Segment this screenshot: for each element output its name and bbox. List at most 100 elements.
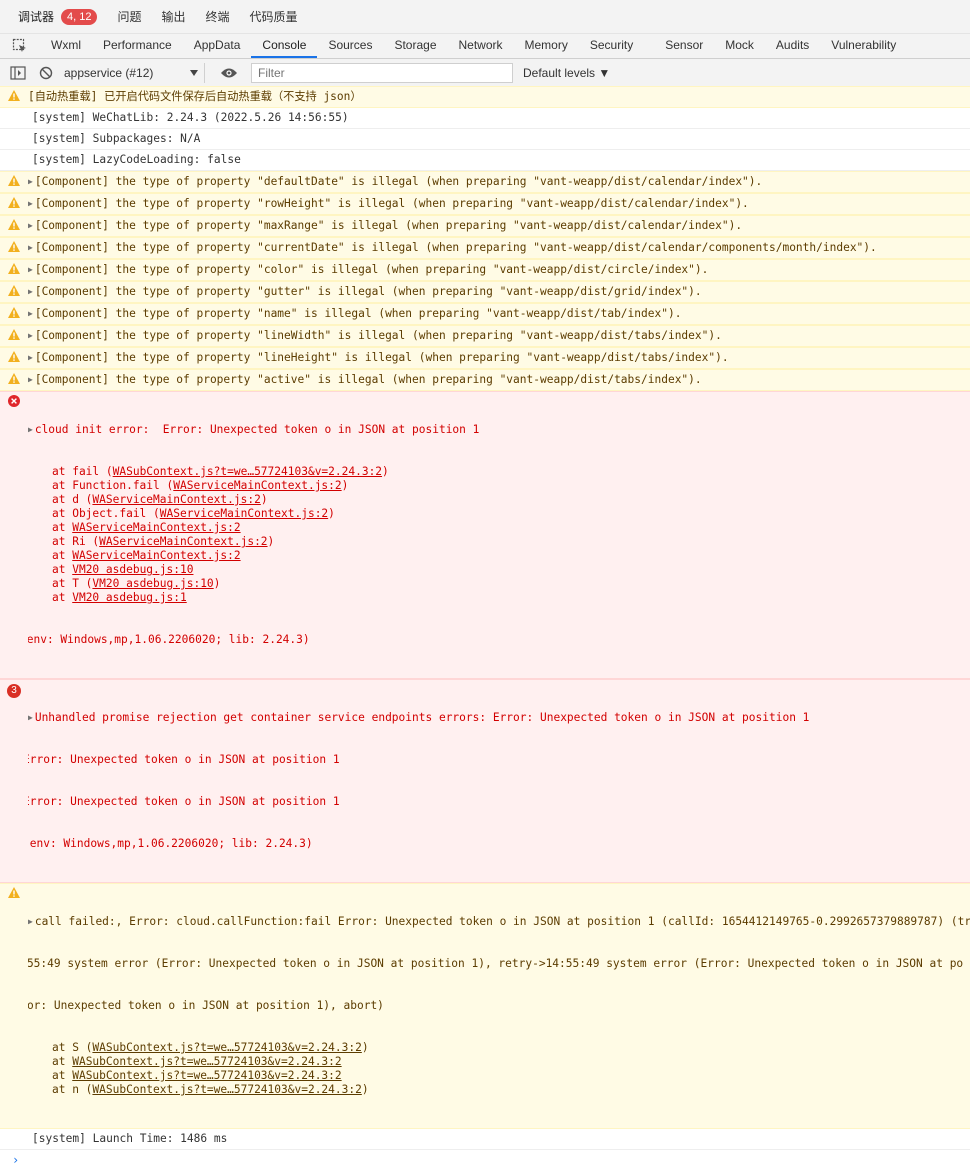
stack-trace: at fail (WASubContext.js?t=we…57724103&v… <box>28 465 970 605</box>
warning-icon <box>8 307 20 318</box>
expand-arrow-icon[interactable]: ▶ <box>28 219 33 233</box>
source-link[interactable]: VM20 asdebug.js:10 <box>72 563 193 576</box>
top-tab-label: 代码质量 <box>249 10 298 24</box>
message-text: call failed:, Error: cloud.callFunction:… <box>34 915 970 928</box>
tab-storage[interactable]: Storage <box>383 34 447 58</box>
tab-memory[interactable]: Memory <box>514 34 579 58</box>
tab-console[interactable]: Console <box>251 34 318 58</box>
warning-icon <box>8 197 20 208</box>
stack-frame: at WAServiceMainContext.js:2 <box>28 521 970 535</box>
message-text: [Component] the type of property "name" … <box>34 307 682 320</box>
stack-frame: at n (WASubContext.js?t=we…57724103&v=2.… <box>28 1083 970 1097</box>
source-link[interactable]: WASubContext.js?t=we…57724103&v=2.24.3:2 <box>113 465 382 478</box>
source-link[interactable]: WASubContext.js?t=we…57724103&v=2.24.3:2 <box>72 1055 341 1068</box>
expand-arrow-icon[interactable]: ▶ <box>28 423 33 437</box>
console-message-warning[interactable]: ▶ [Component] the type of property "name"… <box>0 303 970 325</box>
message-text: [Component] the type of property "defaul… <box>34 175 763 188</box>
warning-icon <box>8 887 20 898</box>
console-message-log: [system] LazyCodeLoading: false <box>0 150 970 171</box>
source-link[interactable]: WAServiceMainContext.js:2 <box>173 479 341 492</box>
console-message-warning[interactable]: ▶ [Component] the type of property "rowHe… <box>0 193 970 215</box>
clear-console-icon[interactable] <box>36 63 56 83</box>
tab-appdata[interactable]: AppData <box>183 34 252 58</box>
stack-trace: at S (WASubContext.js?t=we…57724103&v=2.… <box>28 1041 970 1097</box>
tab-sensor[interactable]: Sensor <box>654 34 714 58</box>
stack-frame: at Object.fail (WAServiceMainContext.js:… <box>28 507 970 521</box>
tab-network[interactable]: Network <box>448 34 514 58</box>
sidebar-toggle-icon[interactable] <box>8 63 28 83</box>
expand-arrow-icon[interactable]: ▶ <box>28 711 33 725</box>
console-message-warning[interactable]: ▶ [Component] the type of property "maxRa… <box>0 215 970 237</box>
console-message-error[interactable]: ▶ cloud init error: Error: Unexpected tok… <box>0 391 970 679</box>
stack-frame: at VM20 asdebug.js:1 <box>28 591 970 605</box>
source-link[interactable]: WAServiceMainContext.js:2 <box>72 549 240 562</box>
top-tab-output[interactable]: 输出 <box>162 0 186 34</box>
env-info: (env: Windows,mp,1.06.2206020; lib: 2.24… <box>28 633 310 646</box>
tab-wxml[interactable]: Wxml <box>40 34 92 58</box>
source-link[interactable]: WASubContext.js?t=we…57724103&v=2.24.3:2 <box>92 1083 361 1096</box>
message-text: [自动热重载] 已开启代码文件保存后自动热重载（不支持 json） <box>28 90 362 103</box>
expand-arrow-icon[interactable]: ▶ <box>28 329 33 343</box>
expand-arrow-icon[interactable]: ▶ <box>28 263 33 277</box>
source-link[interactable]: WAServiceMainContext.js:2 <box>99 535 267 548</box>
console-message-warning[interactable]: ▶ [Component] the type of property "activ… <box>0 369 970 391</box>
stack-frame-prefix: at <box>52 1055 73 1068</box>
tab-mock[interactable]: Mock <box>714 34 765 58</box>
console-message-error[interactable]: 3 ▶ Unhandled promise rejection get conta… <box>0 679 970 883</box>
context-select[interactable]: appservice (#12) <box>64 62 205 83</box>
tab-sources[interactable]: Sources <box>317 34 383 58</box>
expand-arrow-icon[interactable]: ▶ <box>28 915 33 929</box>
expand-arrow-icon[interactable]: ▶ <box>28 373 33 387</box>
console-message-warning[interactable]: ▶ call failed:, Error: cloud.callFunction… <box>0 883 970 1129</box>
stack-frame-suffix: ) <box>213 577 221 590</box>
top-tab-debugger[interactable]: 调试器 4, 12 <box>18 0 98 34</box>
stack-frame-prefix: at n ( <box>52 1083 93 1096</box>
console-message-warning[interactable]: ▶ [Component] the type of property "lineH… <box>0 347 970 369</box>
source-link[interactable]: VM20 asdebug.js:1 <box>72 591 187 604</box>
top-tab-label: 问题 <box>117 10 142 24</box>
console-message-log: [system] WeChatLib: 2.24.3 (2022.5.26 14… <box>0 108 970 129</box>
stack-frame-prefix: at Ri ( <box>52 535 100 548</box>
warning-icon <box>8 285 20 296</box>
tab-vulnerability[interactable]: Vulnerability <box>820 34 907 58</box>
source-link[interactable]: VM20 asdebug.js:10 <box>92 577 213 590</box>
source-link[interactable]: WASubContext.js?t=we…57724103&v=2.24.3:2 <box>92 1041 361 1054</box>
console-message-warning[interactable]: ▶ [Component] the type of property "defau… <box>0 171 970 193</box>
expand-arrow-icon[interactable]: ▶ <box>28 241 33 255</box>
expand-arrow-icon[interactable]: ▶ <box>28 197 33 211</box>
top-tab-terminal[interactable]: 终端 <box>206 0 230 34</box>
tab-performance[interactable]: Performance <box>92 34 183 58</box>
log-levels-dropdown[interactable]: Default levels ▼ <box>523 66 610 80</box>
error-detail: Error: Unexpected token o in JSON at pos… <box>28 795 340 808</box>
expand-arrow-icon[interactable]: ▶ <box>28 307 33 321</box>
message-text: >14:55:49 system error (Error: Unexpecte… <box>28 957 964 970</box>
console-output: [自动热重载] 已开启代码文件保存后自动热重载（不支持 json） [syste… <box>0 86 970 1167</box>
env-info: (env: Windows,mp,1.06.2206020; lib: 2.24… <box>28 837 313 850</box>
source-link[interactable]: WAServiceMainContext.js:2 <box>160 507 328 520</box>
tab-security[interactable]: Security <box>579 34 644 58</box>
source-link[interactable]: WASubContext.js?t=we…57724103&v=2.24.3:2 <box>72 1069 341 1082</box>
console-message-warning[interactable]: ▶ [Component] the type of property "gutte… <box>0 281 970 303</box>
top-tab-code-quality[interactable]: 代码质量 <box>250 0 298 34</box>
warning-icon <box>8 175 20 186</box>
stack-frame-prefix: at d ( <box>52 493 93 506</box>
message-text: [Component] the type of property "gutter… <box>34 285 702 298</box>
top-tab-issues[interactable]: 问题 <box>117 0 141 34</box>
expand-arrow-icon[interactable]: ▶ <box>28 175 33 189</box>
inspect-element-icon[interactable] <box>8 34 32 58</box>
expand-arrow-icon[interactable]: ▶ <box>28 351 33 365</box>
eye-icon[interactable] <box>219 63 239 83</box>
filter-input[interactable] <box>251 62 513 83</box>
expand-arrow-icon[interactable]: ▶ <box>28 285 33 299</box>
stack-frame: at WAServiceMainContext.js:2 <box>28 549 970 563</box>
source-link[interactable]: WAServiceMainContext.js:2 <box>92 493 260 506</box>
tab-audits[interactable]: Audits <box>765 34 820 58</box>
console-prompt[interactable]: › <box>0 1150 970 1170</box>
console-message-warning[interactable]: ▶ [Component] the type of property "color… <box>0 259 970 281</box>
top-tab-label: 终端 <box>205 10 230 24</box>
source-link[interactable]: WAServiceMainContext.js:2 <box>72 521 240 534</box>
console-message-warning[interactable]: ▶ [Component] the type of property "curre… <box>0 237 970 259</box>
stack-frame-prefix: at <box>52 1069 73 1082</box>
message-text: [Component] the type of property "rowHei… <box>34 197 749 210</box>
console-message-warning[interactable]: ▶ [Component] the type of property "lineW… <box>0 325 970 347</box>
